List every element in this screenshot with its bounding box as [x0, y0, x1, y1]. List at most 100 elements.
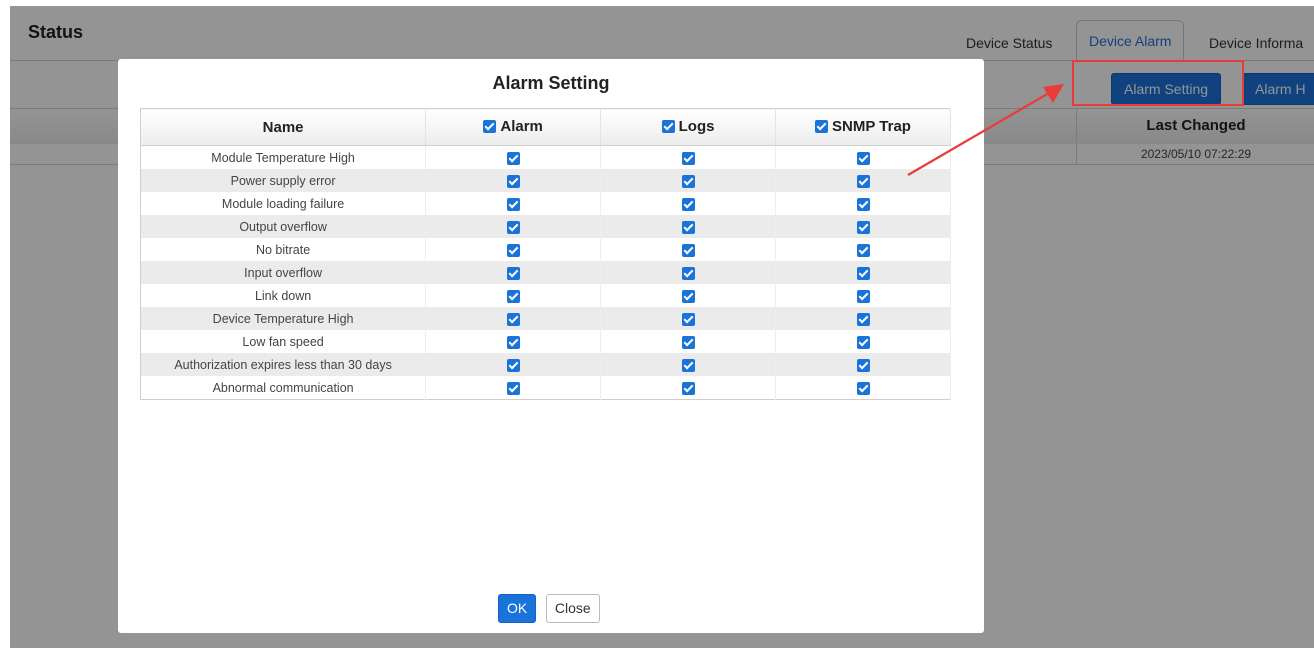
logs-checkbox[interactable] — [681, 151, 695, 165]
alarm-name-cell: Module loading failure — [140, 192, 427, 215]
snmp-trap-checkbox[interactable] — [856, 220, 870, 234]
table-row: Output overflow — [140, 215, 951, 238]
snmp-trap-cell — [775, 192, 951, 215]
snmp-trap-checkbox[interactable] — [856, 197, 870, 211]
snmp-select-all-checkbox[interactable] — [815, 119, 829, 133]
alarm-name-cell: Authorization expires less than 30 days — [140, 353, 427, 376]
logs-cell — [600, 215, 777, 238]
dialog-title: Alarm Setting — [492, 73, 610, 93]
alarm-cell — [425, 192, 602, 215]
alarm-checkbox[interactable] — [506, 266, 520, 280]
snmp-trap-cell — [775, 307, 951, 330]
alarm-name-cell: Device Temperature High — [140, 307, 427, 330]
table-row: Authorization expires less than 30 days — [140, 353, 951, 376]
snmp-trap-checkbox[interactable] — [856, 312, 870, 326]
alarm-name-cell: Power supply error — [140, 169, 427, 192]
alarm-cell — [425, 376, 602, 400]
logs-select-all-checkbox[interactable] — [661, 119, 675, 133]
snmp-trap-cell — [775, 330, 951, 353]
alarm-checkbox[interactable] — [506, 174, 520, 188]
logs-checkbox[interactable] — [681, 174, 695, 188]
logs-cell — [600, 145, 777, 169]
alarm-cell — [425, 261, 602, 284]
table-row: Low fan speed — [140, 330, 951, 353]
alarm-checkbox[interactable] — [506, 335, 520, 349]
column-header-logs: Logs — [600, 108, 777, 146]
alarm-name-cell: Output overflow — [140, 215, 427, 238]
snmp-trap-cell — [775, 284, 951, 307]
column-label-snmp-trap: SNMP Trap — [832, 117, 911, 135]
annotation-highlight-box — [1072, 60, 1244, 106]
column-label-alarm: Alarm — [500, 117, 543, 135]
alarm-cell — [425, 330, 602, 353]
logs-checkbox[interactable] — [681, 220, 695, 234]
alarm-name-cell: Input overflow — [140, 261, 427, 284]
logs-checkbox[interactable] — [681, 381, 695, 395]
alarm-cell — [425, 169, 602, 192]
alarm-name-cell: Low fan speed — [140, 330, 427, 353]
snmp-trap-checkbox[interactable] — [856, 151, 870, 165]
alarm-name-cell: Abnormal communication — [140, 376, 427, 400]
alarm-name-cell: Link down — [140, 284, 427, 307]
table-row: Input overflow — [140, 261, 951, 284]
table-row: Link down — [140, 284, 951, 307]
logs-cell — [600, 284, 777, 307]
logs-cell — [600, 261, 777, 284]
logs-cell — [600, 330, 777, 353]
column-header-name: Name — [140, 108, 427, 146]
alarm-setting-dialog: Alarm Setting Name Alarm Logs SNMP Trap … — [118, 59, 984, 633]
logs-cell — [600, 192, 777, 215]
alarm-checkbox[interactable] — [506, 243, 520, 257]
alarm-checkbox[interactable] — [506, 197, 520, 211]
snmp-trap-cell — [775, 215, 951, 238]
logs-cell — [600, 169, 777, 192]
snmp-trap-checkbox[interactable] — [856, 289, 870, 303]
logs-checkbox[interactable] — [681, 358, 695, 372]
logs-cell — [600, 376, 777, 400]
snmp-trap-checkbox[interactable] — [856, 335, 870, 349]
logs-checkbox[interactable] — [681, 335, 695, 349]
alarm-cell — [425, 238, 602, 261]
close-button[interactable]: Close — [545, 594, 600, 623]
column-header-alarm: Alarm — [425, 108, 602, 146]
alarm-checkbox[interactable] — [506, 312, 520, 326]
snmp-trap-checkbox[interactable] — [856, 243, 870, 257]
table-row: Module Temperature High — [140, 145, 951, 169]
logs-cell — [600, 353, 777, 376]
alarm-cell — [425, 353, 602, 376]
ok-button[interactable]: OK — [498, 594, 537, 623]
alarm-name-cell: No bitrate — [140, 238, 427, 261]
snmp-trap-cell — [775, 145, 951, 169]
alarm-cell — [425, 215, 602, 238]
dialog-footer: OK Close — [498, 594, 600, 623]
logs-cell — [600, 238, 777, 261]
table-row: Device Temperature High — [140, 307, 951, 330]
alarm-checkbox[interactable] — [506, 220, 520, 234]
table-row: Abnormal communication — [140, 376, 951, 400]
logs-cell — [600, 307, 777, 330]
alarm-cell — [425, 284, 602, 307]
logs-checkbox[interactable] — [681, 289, 695, 303]
snmp-trap-cell — [775, 376, 951, 400]
snmp-trap-checkbox[interactable] — [856, 358, 870, 372]
snmp-trap-cell — [775, 238, 951, 261]
alarm-checkbox[interactable] — [506, 289, 520, 303]
table-row: No bitrate — [140, 238, 951, 261]
snmp-trap-checkbox[interactable] — [856, 174, 870, 188]
alarm-checkbox[interactable] — [506, 381, 520, 395]
snmp-trap-checkbox[interactable] — [856, 381, 870, 395]
alarm-setting-table: Name Alarm Logs SNMP Trap Module Tempera… — [140, 108, 951, 400]
alarm-checkbox[interactable] — [506, 151, 520, 165]
alarm-cell — [425, 307, 602, 330]
alarm-name-cell: Module Temperature High — [140, 145, 427, 169]
logs-checkbox[interactable] — [681, 312, 695, 326]
alarm-checkbox[interactable] — [506, 358, 520, 372]
column-header-snmp-trap: SNMP Trap — [775, 108, 951, 146]
logs-checkbox[interactable] — [681, 197, 695, 211]
snmp-trap-cell — [775, 169, 951, 192]
snmp-trap-checkbox[interactable] — [856, 266, 870, 280]
alarm-select-all-checkbox[interactable] — [483, 119, 497, 133]
snmp-trap-cell — [775, 353, 951, 376]
logs-checkbox[interactable] — [681, 266, 695, 280]
logs-checkbox[interactable] — [681, 243, 695, 257]
